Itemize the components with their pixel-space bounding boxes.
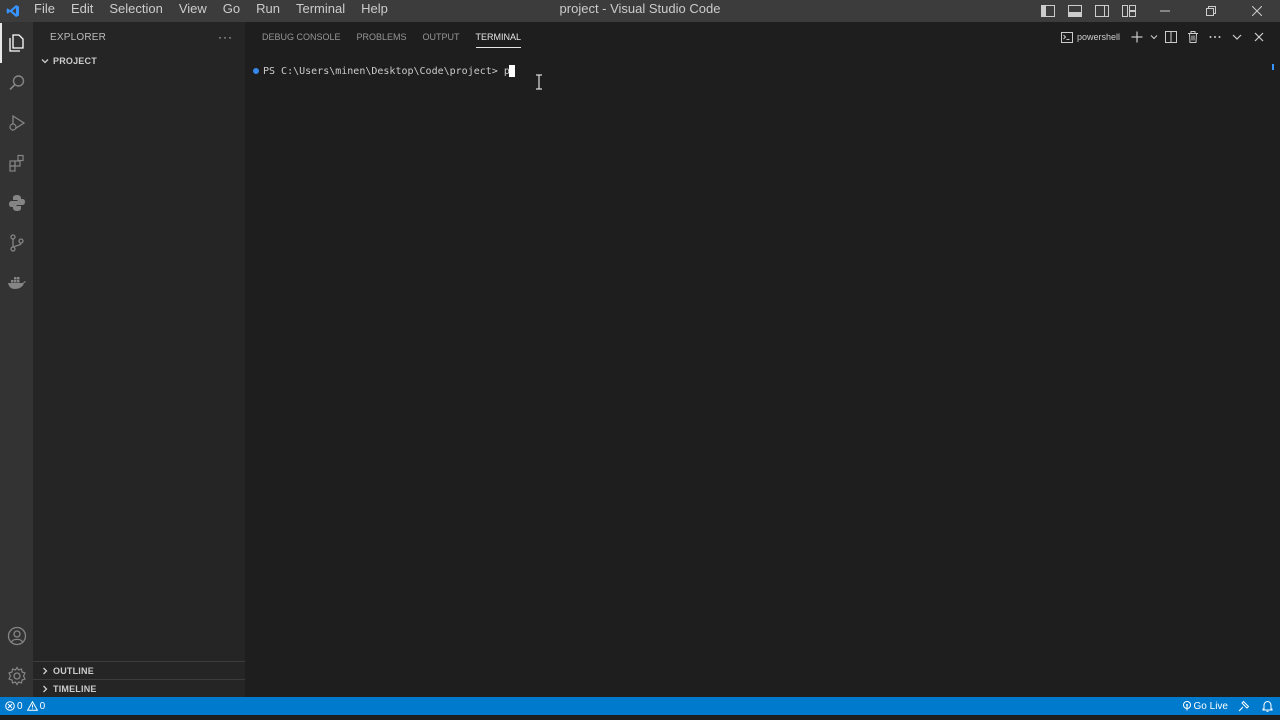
command-decoration-icon (253, 68, 259, 74)
error-icon (5, 701, 15, 711)
warning-count: 0 (39, 700, 46, 712)
vscode-logo-icon (0, 0, 26, 22)
terminal-panel: DEBUG CONSOLE PROBLEMS OUTPUT TERMINAL p… (245, 22, 1280, 697)
toggle-secondary-sidebar-icon[interactable] (1088, 0, 1115, 22)
chevron-right-icon (37, 662, 53, 680)
new-terminal-icon[interactable] (1126, 26, 1148, 48)
feedback-icon[interactable] (1233, 697, 1257, 715)
maximize-panel-icon[interactable] (1226, 26, 1248, 48)
chevron-down-icon (37, 52, 53, 70)
menu-edit[interactable]: Edit (63, 0, 101, 22)
outline-section-header[interactable]: OUTLINE (33, 661, 245, 679)
menu-go[interactable]: Go (215, 0, 248, 22)
title-bar: File Edit Selection View Go Run Terminal… (0, 0, 1280, 22)
trash-icon[interactable] (1182, 26, 1204, 48)
status-bar: 0 0 Go Live (0, 697, 1280, 715)
run-debug-icon[interactable] (0, 103, 33, 143)
chevron-right-icon (37, 680, 53, 698)
more-actions-button[interactable]: ··· (218, 30, 233, 44)
gear-icon[interactable] (0, 656, 33, 696)
explorer-title: EXPLORER (50, 31, 107, 43)
problems-status[interactable]: 0 0 (0, 697, 50, 715)
terminal-selector[interactable]: powershell (1060, 31, 1120, 43)
menu-selection[interactable]: Selection (101, 0, 170, 22)
tab-debug-console[interactable]: DEBUG CONSOLE (254, 22, 349, 52)
project-section-header[interactable]: PROJECT (33, 52, 245, 70)
menu-bar: File Edit Selection View Go Run Terminal… (26, 0, 396, 22)
go-live-button[interactable]: Go Live (1177, 697, 1233, 715)
menu-run[interactable]: Run (248, 0, 288, 22)
outline-section-label: OUTLINE (53, 665, 94, 676)
search-icon[interactable] (0, 63, 33, 103)
source-control-icon[interactable] (0, 223, 33, 263)
timeline-section-header[interactable]: TIMELINE (33, 679, 245, 697)
scrollbar-marker (1272, 64, 1274, 70)
error-count: 0 (17, 700, 23, 712)
panel-tabs: DEBUG CONSOLE PROBLEMS OUTPUT TERMINAL (254, 22, 529, 52)
restore-icon[interactable] (1188, 0, 1234, 22)
menu-file[interactable]: File (26, 0, 63, 22)
activity-bar (0, 22, 33, 697)
split-terminal-icon[interactable] (1160, 26, 1182, 48)
terminal-icon (1060, 31, 1073, 43)
python-icon[interactable] (0, 183, 33, 223)
project-section-label: PROJECT (53, 56, 97, 66)
chevron-down-icon[interactable] (1148, 26, 1160, 48)
menu-help[interactable]: Help (353, 0, 396, 22)
bottom-edge (0, 715, 1280, 720)
text-select-cursor-icon (535, 74, 543, 90)
docker-icon[interactable] (0, 263, 33, 303)
tab-output[interactable]: OUTPUT (415, 22, 468, 52)
go-live-label: Go Live (1193, 700, 1228, 712)
menu-terminal[interactable]: Terminal (288, 0, 353, 22)
terminal-prompt: PS C:\Users\minen\Desktop\Code\project> (263, 65, 504, 77)
toggle-primary-sidebar-icon[interactable] (1034, 0, 1061, 22)
warning-icon (26, 701, 38, 711)
explorer-sidebar: EXPLORER ··· PROJECT OUTLINE TIMELINE (33, 22, 245, 697)
close-panel-icon[interactable] (1248, 26, 1270, 48)
toggle-panel-icon[interactable] (1061, 0, 1088, 22)
notifications-bell-icon[interactable] (1257, 697, 1280, 715)
broadcast-icon (1182, 701, 1191, 711)
customize-layout-icon[interactable] (1115, 0, 1142, 22)
terminal-cursor (508, 65, 515, 77)
tab-terminal[interactable]: TERMINAL (468, 22, 530, 52)
menu-view[interactable]: View (171, 0, 215, 22)
more-actions-icon[interactable] (1204, 26, 1226, 48)
terminal-content[interactable]: PS C:\Users\minen\Desktop\Code\project> … (253, 64, 515, 78)
account-icon[interactable] (0, 616, 33, 656)
close-window-icon[interactable] (1234, 0, 1280, 22)
extensions-icon[interactable] (0, 143, 33, 183)
timeline-section-label: TIMELINE (53, 683, 97, 694)
minimize-icon[interactable] (1142, 0, 1188, 22)
terminal-name: powershell (1076, 32, 1120, 42)
tab-problems[interactable]: PROBLEMS (349, 22, 415, 52)
explorer-icon[interactable] (0, 23, 33, 63)
